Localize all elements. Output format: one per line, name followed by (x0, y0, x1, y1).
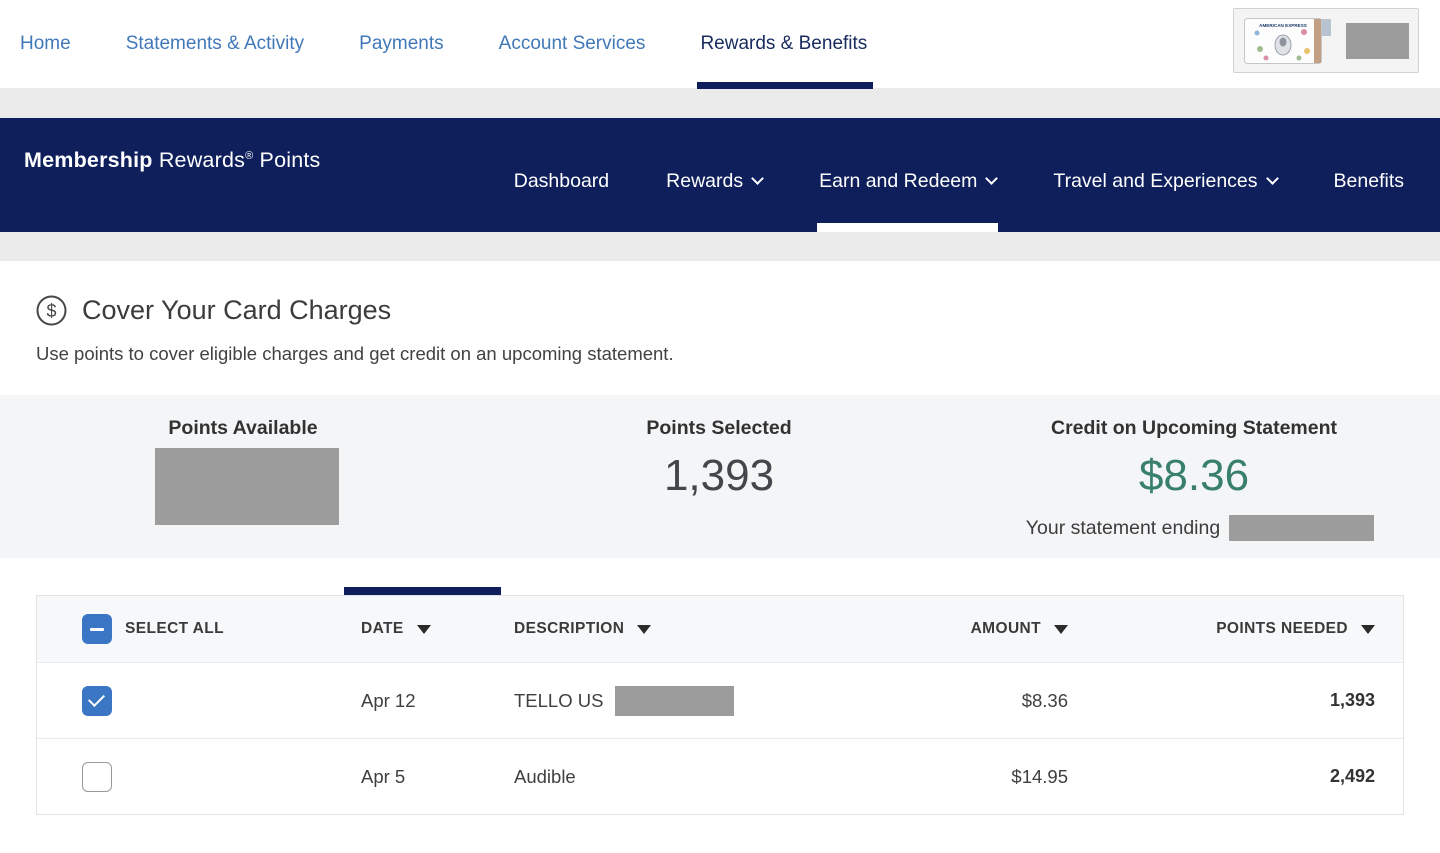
nav-item-account-services[interactable]: Account Services (499, 0, 646, 88)
charge-amount: $8.36 (929, 690, 1068, 712)
column-header-date[interactable]: DATE (345, 620, 492, 638)
svg-text:AMERICAN EXPRESS: AMERICAN EXPRESS (1259, 23, 1307, 28)
nav-item-rewards-benefits[interactable]: Rewards & Benefits (700, 0, 867, 88)
chevron-down-icon (1266, 172, 1279, 185)
membership-rewards-nav: Membership Rewards® Points Dashboard Rew… (0, 118, 1440, 232)
chevron-down-icon (986, 172, 999, 185)
sort-desc-icon[interactable] (417, 625, 431, 634)
nav-item-home[interactable]: Home (20, 0, 71, 88)
mr-nav-dashboard[interactable]: Dashboard (514, 118, 609, 232)
nav-item-statements-activity[interactable]: Statements & Activity (126, 0, 304, 88)
sorted-column-indicator (344, 587, 501, 595)
redacted-statement-ending (1229, 515, 1374, 541)
cover-card-charges-page: $ Cover Your Card Charges Use points to … (0, 261, 1440, 815)
dollar-circle-icon: $ (36, 295, 67, 326)
mr-nav-rewards[interactable]: Rewards (666, 118, 762, 232)
divider-band (0, 88, 1440, 118)
sort-desc-icon[interactable] (1361, 625, 1375, 634)
column-header-points-needed[interactable]: POINTS NEEDED (1068, 620, 1375, 638)
charge-description: TELLO US (492, 686, 929, 716)
mr-nav-benefits[interactable]: Benefits (1334, 118, 1404, 232)
page-title: Cover Your Card Charges (82, 295, 391, 326)
charge-date: Apr 12 (345, 690, 492, 712)
row-checkbox-checked[interactable] (82, 686, 112, 716)
primary-nav: Home Statements & Activity Payments Acco… (0, 0, 1440, 88)
charge-date: Apr 5 (345, 766, 492, 788)
row-checkbox-unchecked[interactable] (82, 762, 112, 792)
statement-ending-note: Your statement ending (1014, 515, 1386, 541)
table-row: Apr 5 Audible $14.95 2,492 (37, 738, 1403, 814)
points-selected-value: 1,393 (539, 451, 899, 501)
redacted-description-detail (615, 686, 734, 716)
nav-item-payments[interactable]: Payments (359, 0, 443, 88)
column-header-amount[interactable]: AMOUNT (929, 620, 1068, 638)
charge-points-needed: 2,492 (1068, 766, 1375, 787)
charges-table: SELECT ALL DATE DESCRIPTION AMOUNT POINT… (36, 595, 1404, 815)
credit-upcoming-label: Credit on Upcoming Statement (1014, 417, 1374, 440)
page-subtitle: Use points to cover eligible charges and… (36, 343, 1440, 365)
chevron-down-icon (751, 172, 764, 185)
redacted-account-number (1346, 23, 1409, 59)
points-available-label: Points Available (63, 417, 423, 440)
points-selected-label: Points Selected (539, 417, 899, 440)
card-selector[interactable]: AMERICAN EXPRESS (1233, 8, 1419, 73)
select-all-label[interactable]: SELECT ALL (125, 620, 345, 638)
svg-text:$: $ (46, 301, 56, 321)
redacted-points-available-value (155, 448, 339, 525)
sort-desc-icon[interactable] (1054, 625, 1068, 634)
sort-desc-icon[interactable] (637, 625, 651, 634)
mr-nav-items: Dashboard Rewards Earn and Redeem Travel… (514, 118, 1404, 232)
select-all-checkbox[interactable] (82, 614, 112, 644)
membership-rewards-logo: Membership Rewards® Points (24, 148, 321, 173)
column-header-description[interactable]: DESCRIPTION (492, 620, 929, 638)
amex-card-thumbnail-icon: AMERICAN EXPRESS (1244, 18, 1322, 64)
charge-amount: $14.95 (929, 766, 1068, 788)
charge-points-needed: 1,393 (1068, 690, 1375, 711)
divider-band (0, 232, 1440, 261)
points-summary: Points Available Points Selected 1,393 C… (0, 395, 1440, 558)
charges-table-header: SELECT ALL DATE DESCRIPTION AMOUNT POINT… (37, 596, 1403, 662)
charge-description: Audible (492, 766, 929, 788)
table-row: Apr 12 TELLO US $8.36 1,393 (37, 662, 1403, 738)
mr-nav-travel-and-experiences[interactable]: Travel and Experiences (1053, 118, 1276, 232)
credit-upcoming-value: $8.36 (1014, 451, 1374, 501)
mr-nav-earn-and-redeem[interactable]: Earn and Redeem (819, 118, 996, 232)
